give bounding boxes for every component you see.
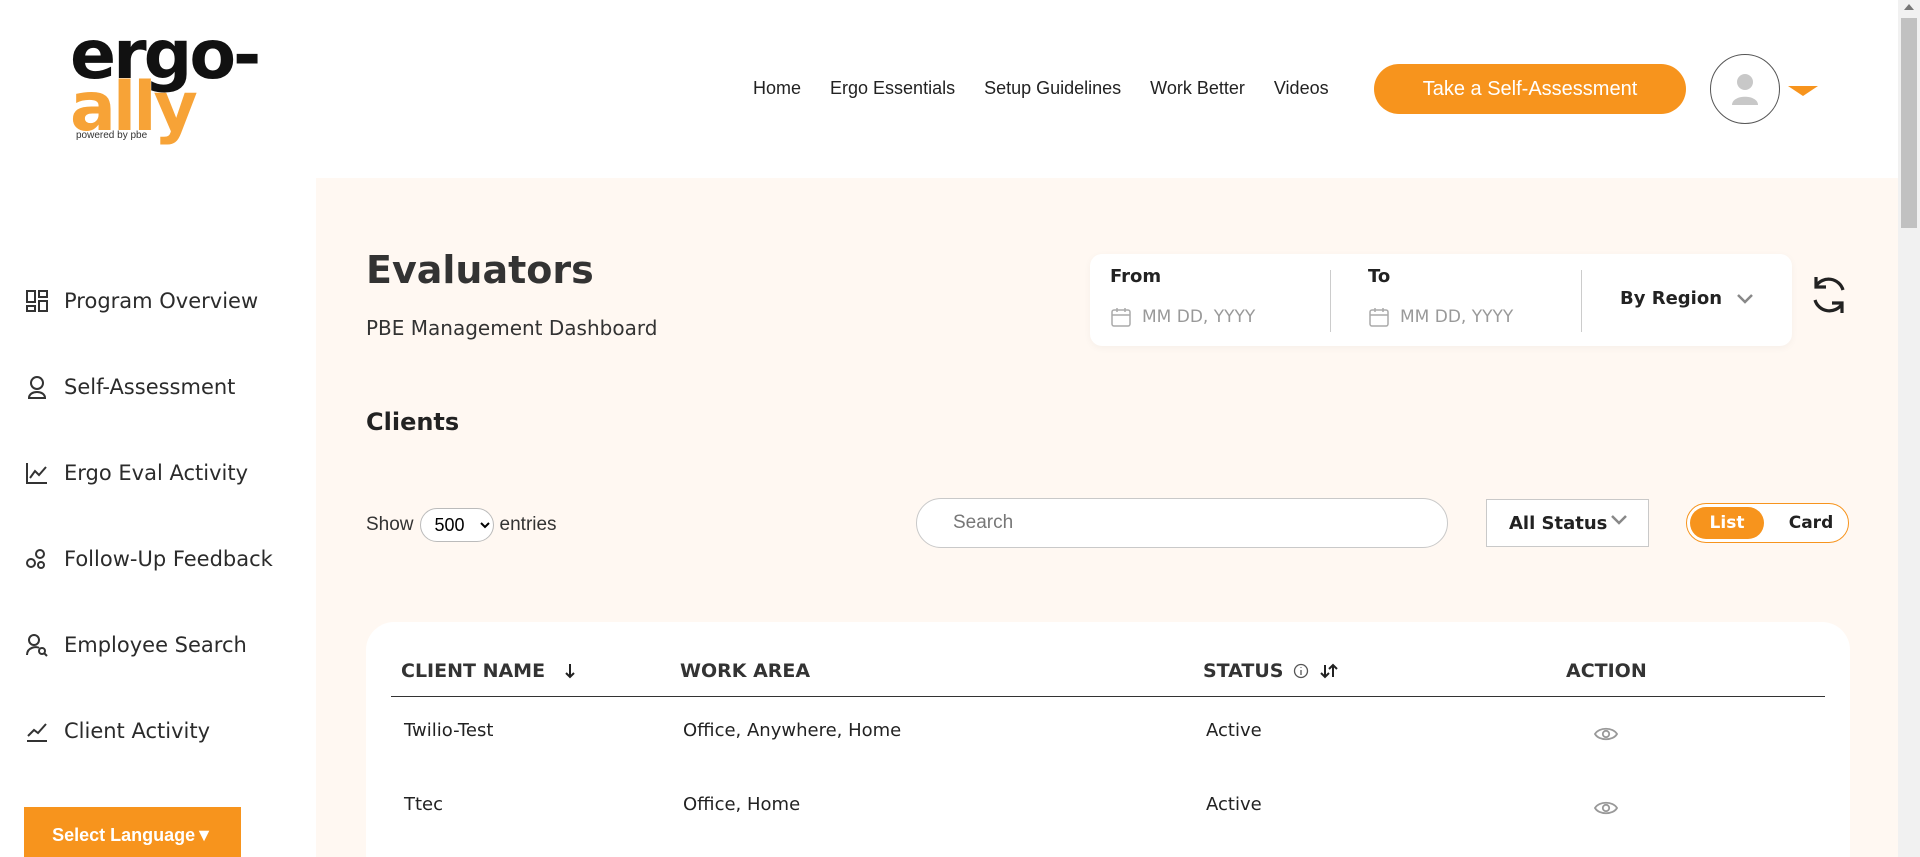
sidebar-item-self-assessment[interactable]: Self-Assessment [24, 374, 235, 400]
column-header-work-area: WORK AREA [680, 660, 810, 682]
cell-work-area: Office, Anywhere, Home [683, 720, 902, 741]
eye-icon [1593, 727, 1619, 741]
nav-home[interactable]: Home [753, 78, 801, 99]
trend-icon [24, 718, 50, 744]
view-button[interactable] [1593, 726, 1619, 747]
chevron-down-icon [1611, 515, 1627, 525]
dashboard-icon [24, 288, 50, 314]
view-toggle: List Card [1686, 503, 1849, 543]
user-avatar[interactable] [1710, 54, 1780, 124]
chevron-down-icon [1737, 293, 1753, 304]
entries-control: Show 500 entries [366, 508, 557, 542]
scroll-up-arrow-icon[interactable] [1904, 4, 1914, 10]
line-chart-icon [24, 460, 50, 486]
sort-down-icon[interactable] [563, 662, 577, 680]
to-label: To [1368, 266, 1391, 287]
sidebar-item-label: Program Overview [64, 289, 259, 313]
to-date-input[interactable]: MM DD, YYYY [1368, 306, 1513, 328]
user-search-icon [24, 632, 50, 658]
refresh-icon [1813, 277, 1845, 313]
show-label: Show [366, 514, 414, 535]
ergo-ally-logo[interactable]: ergo- ally powered by pbe [70, 22, 300, 146]
clients-section-title: Clients [366, 408, 460, 436]
cell-status: Active [1206, 720, 1262, 741]
column-header-action: ACTION [1566, 660, 1647, 682]
column-header-label: CLIENT NAME [401, 660, 546, 682]
filter-divider [1581, 270, 1582, 332]
main-nav: Home Ergo Essentials Setup Guidelines Wo… [753, 78, 1358, 99]
to-date-filter[interactable]: To MM DD, YYYY [1368, 254, 1588, 346]
nav-work-better[interactable]: Work Better [1150, 78, 1245, 99]
calendar-icon [1111, 308, 1131, 327]
sidebar-item-label: Client Activity [64, 719, 211, 743]
sidebar-item-client-activity[interactable]: Client Activity [24, 718, 210, 744]
sidebar-item-follow-up-feedback[interactable]: Follow-Up Feedback [24, 546, 273, 572]
clients-table: CLIENT NAME WORK AREA STATUS ACTION Twil… [366, 622, 1850, 857]
self-assessment-button[interactable]: Take a Self-Assessment [1374, 64, 1686, 114]
sidebar-item-label: Follow-Up Feedback [64, 547, 273, 571]
refresh-button[interactable] [1808, 274, 1850, 321]
cell-client-name: Ttec [404, 794, 444, 815]
select-language-button[interactable]: Select Language▼ [24, 807, 241, 857]
info-icon[interactable] [1293, 663, 1309, 679]
nav-videos[interactable]: Videos [1274, 78, 1329, 99]
sidebar-item-label: Employee Search [64, 633, 247, 657]
date-filter-panel: From MM DD, YYYY To MM DD, YYYY By Regio… [1090, 254, 1792, 346]
logo-tagline: powered by pbe [76, 130, 148, 141]
account-menu-caret-icon[interactable] [1788, 86, 1818, 96]
entries-label: entries [499, 514, 557, 535]
nav-ergo-essentials[interactable]: Ergo Essentials [830, 78, 955, 99]
filter-divider [1330, 270, 1331, 332]
sidebar-item-ergo-eval-activity[interactable]: Ergo Eval Activity [24, 460, 248, 486]
scrollbar-thumb[interactable] [1901, 18, 1917, 228]
cell-client-name: Twilio-Test [404, 720, 494, 741]
column-header-client-name[interactable]: CLIENT NAME [401, 660, 577, 682]
column-header-status[interactable]: STATUS [1203, 660, 1339, 682]
region-dropdown-label: By Region [1620, 288, 1723, 309]
to-date-placeholder: MM DD, YYYY [1400, 307, 1514, 327]
column-header-label: STATUS [1203, 660, 1284, 682]
user-icon [1732, 74, 1758, 105]
sidebar-item-label: Self-Assessment [64, 375, 236, 399]
entries-select[interactable]: 500 [419, 508, 494, 542]
from-date-input[interactable]: MM DD, YYYY [1110, 306, 1255, 328]
eye-icon [1593, 801, 1619, 815]
sidebar-item-program-overview[interactable]: Program Overview [24, 288, 258, 314]
calendar-icon [1369, 308, 1389, 327]
column-header-label: WORK AREA [680, 660, 811, 682]
site-header: ergo- ally powered by pbe Home Ergo Esse… [0, 0, 1898, 178]
page-title: Evaluators [366, 248, 594, 292]
page-scrollbar[interactable] [1898, 0, 1920, 857]
card-view-button[interactable]: Card [1779, 507, 1843, 539]
view-button[interactable] [1593, 800, 1619, 821]
feedback-icon [24, 546, 50, 572]
nav-setup-guidelines[interactable]: Setup Guidelines [984, 78, 1121, 99]
person-icon [24, 374, 50, 400]
list-view-button[interactable]: List [1690, 507, 1764, 539]
sort-both-icon[interactable] [1319, 662, 1339, 680]
header-divider [391, 696, 1825, 697]
search-input[interactable] [916, 498, 1448, 548]
status-filter-label: All Status [1509, 512, 1608, 534]
sidebar-item-label: Ergo Eval Activity [64, 461, 248, 485]
region-dropdown[interactable]: By Region [1620, 288, 1754, 309]
page-subtitle: PBE Management Dashboard [366, 316, 658, 340]
sidebar: Program Overview Self-Assessment Ergo Ev… [0, 178, 316, 778]
status-filter-dropdown[interactable]: All Status [1486, 499, 1649, 547]
from-date-filter[interactable]: From MM DD, YYYY [1110, 254, 1330, 346]
column-header-label: ACTION [1566, 660, 1647, 682]
sidebar-item-employee-search[interactable]: Employee Search [24, 632, 247, 658]
cell-work-area: Office, Home [683, 794, 801, 815]
from-date-placeholder: MM DD, YYYY [1142, 307, 1256, 327]
from-label: From [1110, 266, 1162, 287]
cell-status: Active [1206, 794, 1262, 815]
main-content: Evaluators PBE Management Dashboard From… [316, 178, 1898, 857]
